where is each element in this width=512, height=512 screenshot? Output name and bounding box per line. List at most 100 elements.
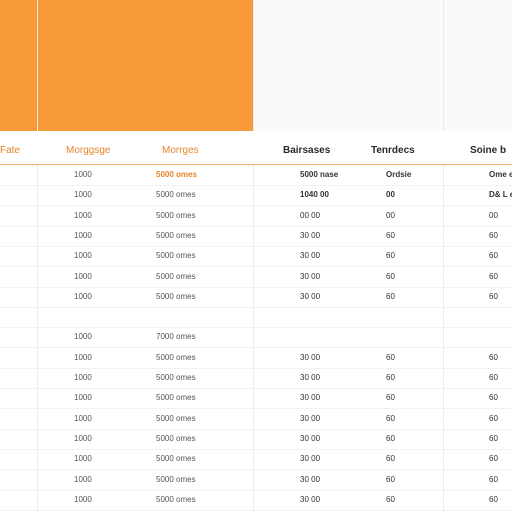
table-row[interactable]: [0, 307, 512, 329]
table-cell: 60: [386, 413, 395, 423]
table-cell: 5000 omes: [156, 170, 197, 179]
table-cell: 60: [489, 433, 498, 443]
table-body: 1000 5000 omes 5000 nase Ordsie Ome e 1000 500…: [0, 165, 512, 512]
table-cell: 60: [386, 271, 395, 281]
table-cell: 1000: [74, 433, 92, 443]
table-cell: 5000 omes: [156, 291, 196, 301]
table-cell: 30 00: [300, 433, 321, 443]
table-cell: 30 00: [300, 494, 321, 504]
column-header[interactable]: Soine b: [470, 145, 506, 156]
table-cell: Ome e: [489, 170, 512, 179]
table-cell: 5000 omes: [156, 494, 196, 504]
table-cell: 60: [489, 230, 498, 240]
table-cell: 60: [489, 413, 498, 423]
table-cell: 30 00: [300, 393, 321, 403]
table-row[interactable]: 1000 5000 omes 30 00 60 60: [0, 246, 512, 268]
table-row[interactable]: 1000 5000 omes 30 00 60 60: [0, 449, 512, 471]
table-cell: 60: [386, 230, 395, 240]
table-cell: 1000: [74, 413, 92, 423]
table-cell: 1000: [74, 474, 92, 484]
table-cell: D& L e: [489, 190, 512, 200]
table-cell: 1000: [74, 271, 92, 281]
table-cell: 30 00: [300, 251, 321, 261]
top-panel: [253, 0, 512, 131]
table-cell: 60: [489, 291, 498, 301]
table-cell: 60: [489, 271, 498, 281]
table-cell: 1000: [74, 454, 92, 464]
table-cell: 5000 omes: [156, 271, 196, 281]
table-row[interactable]: 1000 7000 omes: [0, 327, 512, 349]
table-cell: 7000 omes: [156, 332, 196, 342]
table-cell: 30 00: [300, 230, 321, 240]
table-cell: 60: [489, 474, 498, 484]
table-cell: 60: [386, 454, 395, 464]
table-cell: 5000 omes: [156, 474, 196, 484]
table-cell: 00 00: [300, 210, 321, 220]
table-cell: Ordsie: [386, 170, 412, 179]
table-cell: 60: [386, 352, 395, 362]
column-header[interactable]: Morrges: [162, 145, 199, 156]
table-row[interactable]: 1000 5000 omes 30 00 60 60: [0, 470, 512, 491]
table-cell: 1000: [74, 332, 92, 342]
table-cell: 5000 nase: [300, 170, 339, 179]
table-cell: 5000 omes: [156, 210, 196, 220]
table-cell: 30 00: [300, 373, 321, 382]
table-cell: 60: [386, 393, 395, 403]
table-cell: 30 00: [300, 352, 321, 362]
table-cell: 60: [386, 494, 395, 504]
table-cell: 1040 00: [300, 190, 329, 200]
table-cell: 5000 omes: [156, 454, 196, 464]
table-row[interactable]: 1000 5000 omes 30 00 60 60: [0, 388, 512, 410]
table-cell: 1000: [74, 170, 92, 179]
table-header: Fate Morggsge Morrges Bairsases Tenrdecs…: [0, 131, 512, 165]
table-cell: 00: [386, 190, 395, 200]
table-row[interactable]: 1000 5000 omes 30 00 60 60: [0, 226, 512, 247]
column-header[interactable]: Fate: [0, 145, 20, 156]
table-row[interactable]: 1000 5000 omes 30 00 60 60: [0, 348, 512, 369]
table-cell: 5000 omes: [156, 230, 196, 240]
table-cell: 1000: [74, 291, 92, 301]
table-row[interactable]: 1000 5000 omes 30 00 60 60: [0, 409, 512, 430]
table-cell: 1000: [74, 251, 92, 261]
table-cell: 1000: [74, 393, 92, 403]
table-cell: 5000 omes: [156, 393, 196, 403]
table-cell: 30 00: [300, 413, 321, 423]
table-cell: 60: [386, 433, 395, 443]
table-cell: 30 00: [300, 291, 321, 301]
table-cell: 60: [386, 291, 395, 301]
table-cell: 60: [489, 251, 498, 261]
table-row[interactable]: 1000 5000 omes 30 00 60 60: [0, 429, 512, 450]
table-cell: 60: [386, 251, 395, 261]
table-row[interactable]: 1000 5000 omes 00 00 00 00: [0, 206, 512, 227]
table-cell: 1000: [74, 230, 92, 240]
column-header[interactable]: Tenrdecs: [371, 145, 415, 156]
column-header[interactable]: Bairsases: [283, 145, 330, 156]
table-cell: 1000: [74, 352, 92, 362]
table-cell: 60: [489, 352, 498, 362]
table-row[interactable]: 1000 5000 omes 30 00 60 60: [0, 287, 512, 308]
table-cell: 30 00: [300, 271, 321, 281]
table-cell: 5000 omes: [156, 251, 196, 261]
table-cell: 5000 omes: [156, 413, 196, 423]
table-cell: 1000: [74, 373, 92, 382]
column-header[interactable]: Morggsge: [66, 145, 110, 156]
table-cell: 1000: [74, 210, 92, 220]
table-row[interactable]: 1000 5000 omes 30 00 60 60: [0, 490, 512, 511]
table-cell: 5000 omes: [156, 373, 196, 382]
table-row[interactable]: 1000 5000 omes 1040 00 00 D& L e: [0, 185, 512, 207]
table-cell: 60: [489, 454, 498, 464]
table-cell: 60: [489, 373, 498, 382]
table-cell: 00: [489, 210, 498, 220]
table-cell: 1000: [74, 190, 92, 200]
table-cell: 30 00: [300, 454, 321, 464]
table-row[interactable]: 1000 5000 omes 30 00 60 60: [0, 267, 512, 288]
table-cell: 30 00: [300, 474, 321, 484]
table-row[interactable]: 1000 5000 omes 5000 nase Ordsie Ome e: [0, 165, 512, 186]
table-cell: 5000 omes: [156, 433, 196, 443]
table-row[interactable]: 1000 5000 omes 30 00 60 60: [0, 368, 512, 389]
table-cell: 5000 omes: [156, 190, 196, 200]
table-cell: 5000 omes: [156, 352, 196, 362]
table-cell: 60: [489, 393, 498, 403]
table-cell: 60: [386, 373, 395, 382]
table-cell: 00: [386, 210, 395, 220]
